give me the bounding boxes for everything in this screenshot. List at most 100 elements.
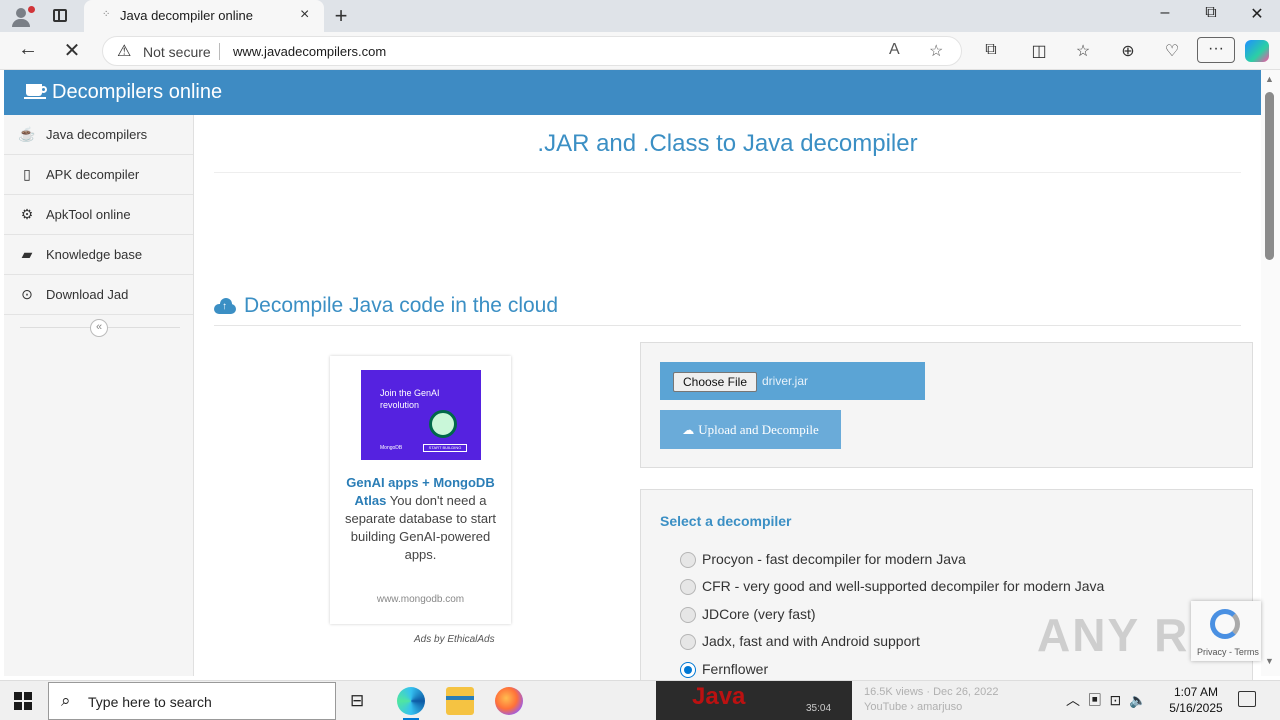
gear-icon: ⚙: [20, 206, 34, 222]
selected-file-name: driver.jar: [762, 374, 809, 388]
sidebar-item-java-decompilers[interactable]: ☕ Java decompilers: [4, 115, 193, 155]
edge-browser-icon[interactable]: [397, 687, 425, 720]
scroll-up-arrow-icon[interactable]: ▲: [1265, 74, 1274, 84]
video-thumbnail[interactable]: Java 35:04: [656, 681, 852, 720]
coffee-cup-icon: ☕: [18, 126, 36, 142]
windows-start-icon[interactable]: [14, 692, 32, 710]
section-title: Decompile Java code in the cloud: [244, 294, 559, 317]
radio-button[interactable]: [680, 634, 696, 650]
clock[interactable]: 1:07 AM 5/16/2025: [1160, 684, 1232, 716]
address-bar[interactable]: ⚠ Not secure www.javadecompilers.com A ☆: [102, 36, 962, 66]
recaptcha-links[interactable]: Privacy - Terms: [1197, 647, 1259, 657]
file-explorer-icon[interactable]: [446, 687, 474, 715]
option-label[interactable]: Procyon - fast decompiler for modern Jav…: [702, 551, 966, 567]
sidebar-item-label: Java decompilers: [46, 127, 148, 142]
sidebar: ☕ Java decompilers ▯ APK decompiler ⚙ Ap…: [4, 115, 194, 676]
search-icon: ⌕: [61, 691, 71, 710]
divider: [214, 172, 1241, 173]
ad-copy: GenAI apps + MongoDB Atlas You don't nee…: [340, 474, 501, 564]
address-toolbar: ← ✕ ⚠ Not secure www.javadecompilers.com…: [0, 32, 1280, 70]
download-circle-icon: ⊙: [21, 286, 33, 302]
taskbar-search-input[interactable]: ⌕ Type here to search: [48, 682, 336, 720]
video-caption: 16.5K views · Dec 26, 2022 YouTube › ama…: [864, 685, 999, 715]
option-label[interactable]: Fernflower: [702, 661, 768, 677]
new-tab-button[interactable]: +: [330, 3, 352, 29]
read-aloud-icon[interactable]: A: [889, 41, 900, 59]
task-view-icon[interactable]: ⊟: [350, 691, 364, 711]
tab-close-button[interactable]: ×: [300, 6, 309, 24]
profile-icon[interactable]: [8, 4, 35, 28]
collections-icon[interactable]: ⊕: [1115, 41, 1141, 61]
radio-button-selected[interactable]: [680, 662, 696, 678]
scrollbar-thumb[interactable]: [1265, 92, 1274, 260]
clock-time: 1:07 AM: [1173, 685, 1219, 699]
recaptcha-icon: [1210, 609, 1240, 639]
thumbnail-logo: Java: [692, 683, 746, 710]
section-heading: ↑ Decompile Java code in the cloud: [214, 294, 1241, 326]
recaptcha-badge[interactable]: Privacy - Terms: [1191, 601, 1261, 661]
url-text[interactable]: www.javadecompilers.com: [233, 44, 386, 59]
coffee-cup-icon: [24, 82, 48, 100]
minimize-button[interactable]: –: [1142, 4, 1188, 22]
sidebar-item-download-jad[interactable]: ⊙ Download Jad: [4, 275, 193, 315]
browser-tab[interactable]: ⁘ Java decompiler online ×: [84, 0, 324, 32]
radio-button[interactable]: [680, 552, 696, 568]
favorites-icon[interactable]: ☆: [1070, 41, 1096, 61]
system-tray-icons[interactable]: ︿ ▣ ⊡ 🔈: [1066, 690, 1147, 710]
stop-loading-icon[interactable]: ✕: [56, 38, 88, 63]
browser-essentials-icon[interactable]: ♡: [1159, 41, 1185, 61]
option-label[interactable]: JDCore (very fast): [702, 606, 816, 622]
ad-image-headline: Join the GenAI revolution: [380, 388, 440, 410]
option-label[interactable]: CFR - very good and well-supported decom…: [702, 578, 1104, 594]
vertical-scrollbar[interactable]: ▲ ▼: [1261, 70, 1280, 676]
sponsored-ad[interactable]: Join the GenAI revolution MongoDB START …: [330, 356, 511, 624]
more-menu-button[interactable]: ···: [1197, 37, 1235, 63]
ad-domain[interactable]: www.mongodb.com: [330, 594, 511, 605]
favorite-star-icon[interactable]: ☆: [929, 41, 943, 61]
sidebar-item-apktool-online[interactable]: ⚙ ApkTool online: [4, 195, 193, 235]
option-label[interactable]: Jadx, fast and with Android support: [702, 633, 920, 649]
close-window-button[interactable]: ✕: [1234, 4, 1280, 24]
sidebar-item-label: Download Jad: [46, 287, 129, 302]
decompiler-heading: Select a decompiler: [660, 513, 792, 529]
browser-tab-bar: ⁘ Java decompiler online × + – ⧉ ✕: [0, 0, 1280, 32]
robot-icon: [429, 410, 457, 438]
clock-date: 5/16/2025: [1169, 701, 1223, 715]
restore-button[interactable]: ⧉: [1188, 4, 1234, 22]
file-input[interactable]: Choose File driver.jar: [660, 362, 925, 400]
book-icon: ▰: [21, 246, 33, 262]
extensions-icon[interactable]: ⧉: [978, 41, 1004, 59]
collapse-sidebar-button[interactable]: «: [90, 319, 108, 337]
sidebar-item-knowledge-base[interactable]: ▰ Knowledge base: [4, 235, 193, 275]
firefox-icon[interactable]: [495, 687, 523, 715]
ad-image-brand: MongoDB: [380, 445, 403, 451]
search-placeholder: Type here to search: [88, 694, 212, 710]
warning-triangle-icon[interactable]: ⚠: [117, 41, 131, 61]
ad-attribution[interactable]: Ads by EthicalAds: [414, 634, 495, 645]
back-arrow-icon[interactable]: ←: [12, 38, 44, 61]
loading-spinner-icon: ⁘: [102, 9, 111, 20]
site-brand[interactable]: Decompilers online: [52, 81, 222, 104]
video-stats: 16.5K views · Dec 26, 2022: [864, 686, 999, 698]
ad-image-cta: START BUILDING: [423, 444, 467, 452]
choose-file-button[interactable]: Choose File: [673, 372, 757, 392]
taskbar: ⌕ Type here to search ⊟ Java 35:04 16.5K…: [0, 680, 1280, 720]
radio-button[interactable]: [680, 579, 696, 595]
site-header: Decompilers online: [4, 70, 1261, 115]
sidebar-item-label: ApkTool online: [46, 207, 131, 222]
video-duration: 35:04: [806, 703, 832, 714]
sidebar-item-apk-decompiler[interactable]: ▯ APK decompiler: [4, 155, 193, 195]
scroll-down-arrow-icon[interactable]: ▼: [1265, 656, 1274, 666]
tab-actions-icon[interactable]: [46, 6, 74, 26]
ad-image[interactable]: Join the GenAI revolution MongoDB START …: [361, 370, 481, 460]
radio-button[interactable]: [680, 607, 696, 623]
sidebar-item-label: Knowledge base: [46, 247, 143, 262]
upload-and-decompile-button[interactable]: ☁ Upload and Decompile: [660, 410, 841, 449]
split-screen-icon[interactable]: ◫: [1026, 41, 1052, 61]
notification-icon[interactable]: [1238, 691, 1256, 707]
upload-panel: Choose File driver.jar ☁ Upload and Decom…: [640, 342, 1253, 468]
page-title: .JAR and .Class to Java decompiler: [537, 130, 918, 157]
security-status[interactable]: Not secure: [143, 44, 211, 60]
upload-button-label: Upload and Decompile: [698, 421, 819, 437]
copilot-icon[interactable]: [1245, 40, 1269, 62]
